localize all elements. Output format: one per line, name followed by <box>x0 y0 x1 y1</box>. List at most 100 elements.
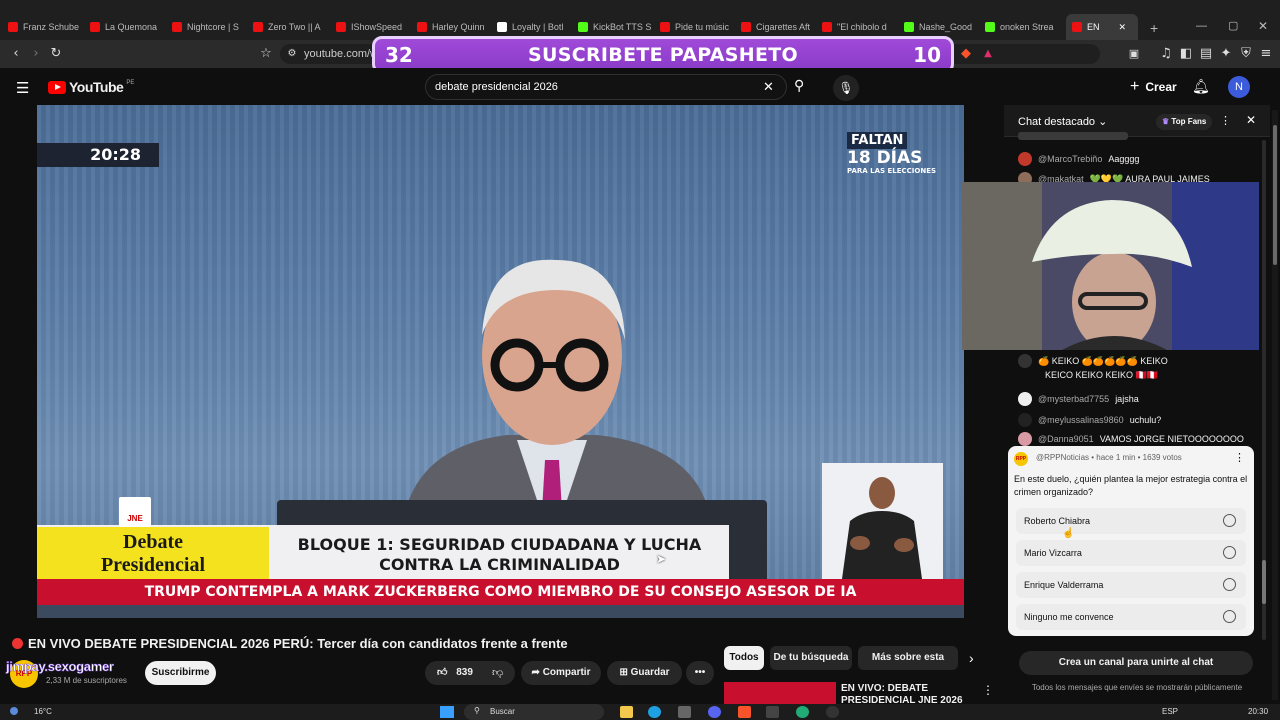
chat-message-cut-off <box>1018 132 1128 140</box>
taskbar-search[interactable] <box>464 704 604 720</box>
filter-chip-search[interactable]: De tu búsqueda <box>770 646 852 670</box>
browser-tab[interactable]: EN ✕ <box>1066 14 1138 40</box>
chat-author[interactable]: @meylussalinas9860 <box>1038 415 1124 425</box>
leo-icon[interactable]: ✦ <box>1218 46 1234 62</box>
browser-tab[interactable]: La Quemona <box>90 16 166 38</box>
browser-tab[interactable]: Franz Schube <box>8 16 84 38</box>
notifications-bell-icon[interactable]: 🔔︎ <box>1192 78 1210 95</box>
new-tab-icon[interactable]: + <box>1150 20 1158 36</box>
page-scrollbar-thumb[interactable] <box>1273 125 1277 265</box>
countdown-days: 18 DÍAS <box>847 148 923 168</box>
subscribe-button[interactable]: Suscribirme <box>145 661 216 685</box>
browser-tab[interactable]: Nightcore | S <box>172 16 248 38</box>
discord-icon[interactable] <box>708 706 721 718</box>
brave-icon[interactable] <box>738 706 751 718</box>
back-icon[interactable]: ‹ <box>8 46 24 62</box>
share-button[interactable]: ➦ Compartir <box>521 661 601 685</box>
vpn-icon[interactable]: ⛨ <box>1238 46 1254 62</box>
browser-tab[interactable]: Nashe_Good <box>904 16 980 38</box>
clock-time[interactable]: 20:30 <box>1248 707 1268 716</box>
close-window-icon[interactable]: ✕ <box>1258 19 1268 33</box>
chat-author[interactable]: @MarcoTrebiño <box>1038 154 1102 164</box>
tab-label: Nightcore | S <box>187 22 239 32</box>
chips-next-icon[interactable]: › <box>969 650 974 666</box>
browser-tab[interactable]: KickBot TTS S <box>578 16 654 38</box>
browser-tab[interactable]: Pide tu músic <box>660 16 736 38</box>
restore-window-icon[interactable]: ▢ <box>1228 19 1238 32</box>
chat-mode-label: Chat destacado <box>1018 116 1096 128</box>
brave-shield-icon[interactable]: ◆ <box>958 46 974 62</box>
browser-tab[interactable]: "El chibolo d <box>822 16 898 38</box>
menu-icon[interactable]: ≡ <box>1258 46 1274 62</box>
chat-avatar[interactable] <box>1018 392 1032 406</box>
obs-icon[interactable] <box>766 706 779 718</box>
hamburger-menu-icon[interactable]: ☰ <box>16 79 29 97</box>
browser-tab[interactable]: Loyalty | Botl <box>497 16 573 38</box>
close-chat-icon[interactable]: ✕ <box>1246 113 1256 127</box>
like-icon: 👍︎ <box>437 667 448 678</box>
browser-tab[interactable]: Cigarettes Aft <box>741 16 817 38</box>
chat-menu-icon[interactable]: ⋮ <box>1220 114 1231 127</box>
media-icon[interactable]: ♫ <box>1158 46 1174 62</box>
poll-radio-icon[interactable] <box>1223 610 1236 623</box>
dislike-icon[interactable]: 👎︎ <box>492 666 503 679</box>
create-button[interactable]: + Crear <box>1130 78 1177 96</box>
poll-option[interactable]: Enrique Valderrama <box>1016 572 1246 598</box>
minimize-window-icon[interactable]: — <box>1196 20 1207 32</box>
chat-mode-selector[interactable]: Chat destacado ⌄ <box>1018 115 1107 128</box>
poll-menu-icon[interactable]: ⋮ <box>1234 451 1245 464</box>
video-player[interactable]: 20:28 FALTAN 18 DÍAS PARA LAS ELECCIONES… <box>37 105 964 618</box>
language-indicator[interactable]: ESP <box>1162 707 1178 716</box>
chat-scrollbar-thumb[interactable] <box>1262 560 1266 604</box>
poll-radio-icon[interactable] <box>1223 546 1236 559</box>
reload-icon[interactable]: ↻ <box>48 46 64 62</box>
save-button[interactable]: ⊞ Guardar <box>607 661 682 685</box>
account-avatar[interactable]: N <box>1228 76 1250 98</box>
windows-start-icon[interactable] <box>440 706 454 718</box>
crown-icon: ♛ <box>1162 117 1170 126</box>
forward-icon[interactable]: › <box>28 46 44 62</box>
poll-radio-icon[interactable] <box>1223 578 1236 591</box>
brave-rewards-icon[interactable]: ▲ <box>980 46 996 62</box>
chat-avatar[interactable] <box>1018 432 1032 446</box>
close-tab-icon[interactable]: ✕ <box>1119 22 1127 33</box>
filter-chip-todos[interactable]: Todos <box>724 646 764 670</box>
edge-icon[interactable] <box>648 706 661 718</box>
filter-chip-more[interactable]: Más sobre esta histor <box>858 646 958 670</box>
browser-tab[interactable]: Zero Two || A <box>253 16 329 38</box>
app-icon[interactable] <box>826 706 839 718</box>
poll-radio-icon[interactable] <box>1223 514 1236 527</box>
top-fans-button[interactable]: ♛ Top Fans <box>1156 114 1213 130</box>
chat-author[interactable]: @Danna9051 <box>1038 434 1094 444</box>
search-input[interactable]: debate presidencial 2026 <box>425 74 787 100</box>
voice-search-icon[interactable]: 🎙 <box>833 75 859 101</box>
file-explorer-icon[interactable] <box>620 706 633 718</box>
sidebar-toggle-icon[interactable]: ▣ <box>1126 46 1142 62</box>
chat-author[interactable]: @mysterbad7755 <box>1038 394 1109 404</box>
create-channel-button[interactable]: Crea un canal para unirte al chat <box>1019 651 1253 675</box>
poll-option[interactable]: Mario Vizcarra <box>1016 540 1246 566</box>
split-view-icon[interactable]: ◧ <box>1178 46 1194 62</box>
browser-tab[interactable]: onoken Strea <box>985 16 1061 38</box>
chat-avatar[interactable] <box>1018 354 1032 368</box>
tab-label: Zero Two || A <box>268 22 321 32</box>
poll-option[interactable]: Ninguno me convence <box>1016 604 1246 630</box>
spotify-icon[interactable] <box>796 706 809 718</box>
bookmark-icon[interactable]: ☆ <box>258 46 274 62</box>
clear-search-icon[interactable]: ✕ <box>763 79 774 95</box>
youtube-logo[interactable]: YouTube PE <box>48 79 134 95</box>
chat-avatar[interactable] <box>1018 413 1032 427</box>
site-info-icon[interactable]: ⚙ <box>284 46 300 62</box>
chat-avatar[interactable] <box>1018 152 1032 166</box>
related-video-thumbnail[interactable] <box>724 682 836 704</box>
search-icon[interactable]: ⚲ <box>794 78 804 94</box>
poll-option-label: Ninguno me convence <box>1024 612 1114 622</box>
poll-option[interactable]: Roberto Chiabra <box>1016 508 1246 534</box>
more-actions-icon[interactable]: ••• <box>686 661 714 685</box>
browser-tab[interactable]: Harley Quinn <box>417 16 493 38</box>
related-video-menu-icon[interactable]: ⋮ <box>982 683 994 697</box>
store-icon[interactable] <box>678 706 691 718</box>
region-code: PE <box>126 80 135 86</box>
browser-tab[interactable]: IShowSpeed <box>336 16 412 38</box>
wallet-icon[interactable]: ▤ <box>1198 46 1214 62</box>
